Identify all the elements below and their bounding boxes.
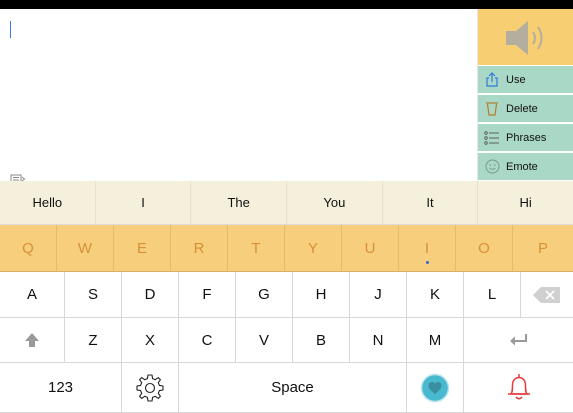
space-key[interactable]: Space	[179, 363, 407, 413]
keyboard-row-4: 123 Space	[0, 363, 573, 413]
phrases-label: Phrases	[506, 131, 547, 144]
key-l[interactable]: L	[464, 272, 521, 318]
keyboard-row-3: Z X C V B N M	[0, 318, 573, 363]
use-button[interactable]: Use	[478, 66, 573, 94]
prediction-word[interactable]: Hello	[0, 181, 96, 224]
emote-label: Emote	[506, 160, 538, 173]
key-p[interactable]: P	[513, 225, 573, 272]
key-x[interactable]: X	[122, 318, 179, 363]
favorites-key[interactable]	[407, 363, 464, 413]
phrases-button[interactable]: Phrases	[478, 124, 573, 152]
text-cursor	[10, 21, 11, 38]
key-n[interactable]: N	[350, 318, 407, 363]
prediction-word[interactable]: It	[383, 181, 479, 224]
key-i-label: I	[424, 239, 430, 257]
key-w[interactable]: W	[57, 225, 114, 272]
key-s[interactable]: S	[65, 272, 122, 318]
selection-dot	[425, 261, 429, 264]
key-g[interactable]: G	[236, 272, 293, 318]
use-label: Use	[506, 73, 526, 86]
key-v[interactable]: V	[236, 318, 293, 363]
word-prediction-bar: Hello I The You It Hi	[0, 181, 573, 225]
key-o[interactable]: O	[456, 225, 513, 272]
heart-icon	[420, 373, 450, 402]
prediction-word[interactable]: You	[287, 181, 383, 224]
prediction-word[interactable]: Hi	[478, 181, 573, 224]
return-key[interactable]	[464, 318, 573, 363]
key-y[interactable]: Y	[285, 225, 342, 272]
key-b[interactable]: B	[293, 318, 350, 363]
backspace-icon	[533, 286, 560, 303]
key-d[interactable]: D	[122, 272, 179, 318]
key-f[interactable]: F	[179, 272, 236, 318]
key-c[interactable]: C	[179, 318, 236, 363]
key-q[interactable]: Q	[0, 225, 57, 272]
return-arrow-icon	[509, 334, 527, 346]
delete-label: Delete	[506, 102, 538, 115]
prediction-word[interactable]: I	[96, 181, 192, 224]
list-icon	[484, 130, 499, 145]
message-text-area[interactable]	[0, 9, 478, 184]
alert-key[interactable]	[464, 363, 573, 413]
key-i[interactable]: I	[399, 225, 456, 272]
key-k[interactable]: K	[407, 272, 464, 318]
backspace-key[interactable]	[521, 272, 573, 318]
settings-key[interactable]	[122, 363, 179, 413]
key-m[interactable]: M	[407, 318, 464, 363]
keyboard-row-1: Q W E R T Y U I O P	[0, 225, 573, 272]
side-panel: Use Delete Phrases Emote	[478, 9, 573, 181]
status-bar	[0, 0, 573, 9]
trash-icon	[486, 102, 498, 116]
bell-icon	[507, 373, 530, 399]
key-u[interactable]: U	[342, 225, 399, 272]
shift-key[interactable]	[0, 318, 65, 363]
delete-button[interactable]: Delete	[478, 95, 573, 123]
key-z[interactable]: Z	[65, 318, 122, 363]
share-icon	[486, 72, 498, 87]
key-e[interactable]: E	[114, 225, 171, 272]
key-a[interactable]: A	[0, 272, 65, 318]
keyboard-row-2: A S D F G H J K L	[0, 272, 573, 318]
shift-arrow-icon	[25, 333, 39, 347]
smiley-icon	[485, 159, 499, 174]
gear-icon	[136, 373, 164, 402]
prediction-word[interactable]: The	[191, 181, 288, 224]
key-t[interactable]: T	[228, 225, 285, 272]
emote-button[interactable]: Emote	[478, 153, 573, 181]
speak-button[interactable]	[478, 9, 573, 66]
key-j[interactable]: J	[350, 272, 407, 318]
key-r[interactable]: R	[171, 225, 228, 272]
speaker-icon	[506, 21, 543, 55]
numbers-key[interactable]: 123	[0, 363, 122, 413]
key-h[interactable]: H	[293, 272, 350, 318]
